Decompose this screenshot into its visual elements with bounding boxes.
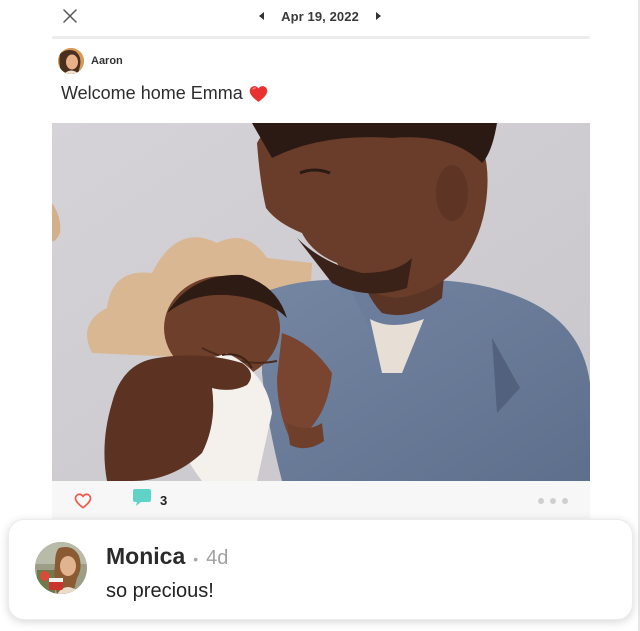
caret-right-icon[interactable] bbox=[371, 9, 385, 23]
dot bbox=[562, 498, 568, 504]
dot bbox=[538, 498, 544, 504]
author-avatar[interactable] bbox=[58, 48, 84, 74]
caption-text: Welcome home Emma bbox=[61, 83, 243, 103]
comment-count: 3 bbox=[160, 492, 168, 508]
header: Apr 19, 2022 bbox=[0, 0, 640, 34]
comment-text: so precious! bbox=[106, 580, 214, 602]
speech-bubble-icon bbox=[132, 488, 152, 512]
heart-outline-icon[interactable] bbox=[74, 492, 92, 510]
post-actions: 3 bbox=[52, 481, 590, 521]
post-caption: Welcome home Emma bbox=[61, 83, 268, 104]
caret-left-icon[interactable] bbox=[255, 9, 269, 23]
comment-button[interactable]: 3 bbox=[132, 488, 168, 512]
more-dots-icon[interactable] bbox=[538, 497, 568, 505]
red-heart-emoji bbox=[249, 85, 268, 103]
date-navigator: Apr 19, 2022 bbox=[0, 7, 640, 25]
date-label: Apr 19, 2022 bbox=[281, 8, 359, 24]
post-card: Aaron Welcome home Emma 3 bbox=[52, 36, 590, 521]
commenter-name[interactable]: Monica bbox=[106, 543, 185, 570]
author-name[interactable]: Aaron bbox=[91, 55, 123, 67]
card-divider bbox=[52, 36, 590, 39]
comment-toast[interactable]: Monica • 4d so precious! bbox=[8, 519, 633, 620]
commenter-line: Monica • 4d bbox=[106, 543, 228, 570]
post-photo[interactable] bbox=[52, 123, 590, 481]
separator-dot: • bbox=[193, 551, 199, 567]
comment-time: 4d bbox=[206, 547, 229, 569]
dot bbox=[550, 498, 556, 504]
post-author[interactable]: Aaron bbox=[58, 47, 123, 75]
commenter-avatar[interactable] bbox=[35, 542, 87, 594]
